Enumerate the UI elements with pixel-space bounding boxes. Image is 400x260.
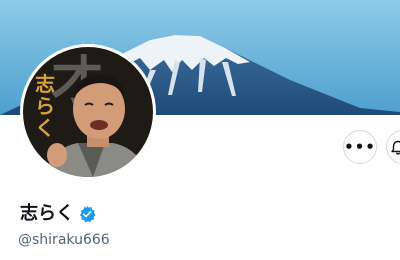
svg-text:ら: ら [35,94,55,118]
notifications-button[interactable] [386,130,400,164]
display-name-row: 志らく [20,202,96,226]
profile-photo: 才 志 ら く [23,47,153,177]
more-options-button[interactable]: ••• [343,130,377,164]
verified-badge-icon[interactable] [78,205,96,223]
profile-header: 才 志 ら く ••• 志らく @shiraku666 [0,0,400,260]
more-horizontal-icon: ••• [344,138,376,156]
svg-text:志: 志 [35,72,55,96]
user-handle: @shiraku666 [18,232,110,248]
profile-avatar[interactable]: 才 志 ら く [20,44,156,180]
svg-text:く: く [35,116,55,140]
bell-icon [391,140,400,155]
display-name: 志らく [20,203,74,224]
